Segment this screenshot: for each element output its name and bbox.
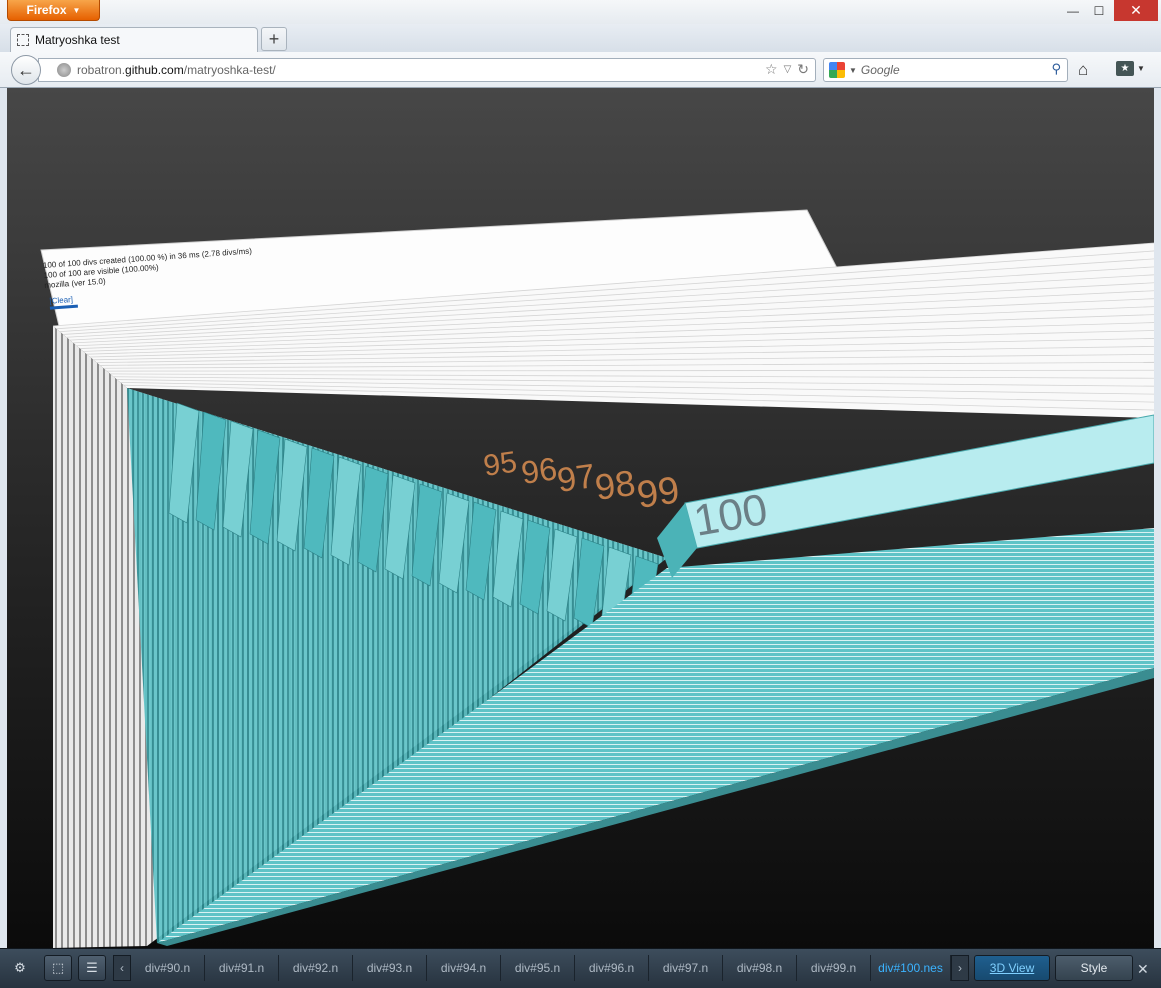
devtools-toolbar: ⚙ ⬚ ☰ ‹ div#90.n div#91.n div#92.n div#9…: [0, 948, 1161, 988]
breadcrumb-item[interactable]: div#97.n: [649, 955, 723, 981]
window-titlebar: Firefox ▼ — ☐ ✕: [0, 0, 1161, 24]
url-bar[interactable]: robatron.github.com/matryoshka-test/ ☆ ▽…: [38, 58, 816, 82]
search-input[interactable]: Google: [861, 63, 900, 77]
clear-link: [Clear]: [49, 295, 73, 306]
maximize-button[interactable]: ☐: [1084, 0, 1114, 21]
page-3d-view[interactable]: 100 95 96 97 98 99 100 of 100 divs creat…: [7, 88, 1154, 948]
back-arrow-icon: ←: [17, 59, 35, 80]
tab-title: Matryoshka test: [35, 33, 120, 47]
firefox-menu-button[interactable]: Firefox ▼: [7, 0, 100, 21]
history-dropdown-icon[interactable]: ▽: [784, 61, 792, 79]
home-icon[interactable]: ⌂: [1078, 60, 1088, 80]
div-95-label: 95: [481, 446, 519, 483]
page-favicon-icon: [17, 34, 29, 46]
tab-3d-view[interactable]: 3D View: [974, 955, 1050, 981]
breadcrumb: ‹ div#90.n div#91.n div#92.n div#93.n di…: [113, 955, 970, 981]
breadcrumb-item[interactable]: div#98.n: [723, 955, 797, 981]
breadcrumb-item-selected[interactable]: div#100.nes: [871, 955, 951, 981]
firefox-menu-label: Firefox: [26, 3, 67, 17]
html-panel-button[interactable]: ☰: [78, 955, 106, 981]
tab-style[interactable]: Style: [1055, 955, 1133, 981]
breadcrumb-scroll-right-icon[interactable]: ›: [951, 955, 969, 981]
plus-icon: +: [268, 28, 280, 49]
div-97-label: 97: [555, 457, 598, 500]
tilt-3d-scene[interactable]: 100 95 96 97 98 99 100 of 100 divs creat…: [7, 88, 1154, 948]
div-98-label: 98: [592, 462, 637, 508]
tab-matryoshka-test[interactable]: Matryoshka test: [10, 27, 258, 52]
navigation-toolbar: robatron.github.com/matryoshka-test/ ☆ ▽…: [0, 52, 1161, 88]
new-tab-button[interactable]: +: [261, 27, 287, 51]
chevron-down-icon: ▼: [72, 5, 81, 15]
reload-icon[interactable]: ↻: [797, 61, 809, 79]
site-identity-globe-icon[interactable]: [57, 63, 71, 77]
breadcrumb-item[interactable]: div#92.n: [279, 955, 353, 981]
search-bar[interactable]: ▼ Google ⚲: [823, 58, 1068, 82]
chevron-down-icon[interactable]: ▼: [1137, 64, 1145, 73]
breadcrumb-item[interactable]: div#94.n: [427, 955, 501, 981]
search-icon[interactable]: ⚲: [1051, 61, 1061, 77]
inspect-cursor-icon: ⬚: [51, 960, 65, 975]
back-button[interactable]: ←: [11, 55, 41, 85]
bookmarks-menu-icon[interactable]: ★: [1116, 61, 1134, 76]
tab-strip: Matryoshka test +: [0, 24, 1161, 52]
breadcrumb-scroll-left-icon[interactable]: ‹: [113, 955, 131, 981]
breadcrumb-item[interactable]: div#99.n: [797, 955, 871, 981]
html-panel-icon: ☰: [86, 960, 98, 975]
breadcrumb-item[interactable]: div#93.n: [353, 955, 427, 981]
breadcrumb-item[interactable]: div#90.n: [131, 955, 205, 981]
inspect-button[interactable]: ⬚: [44, 955, 72, 981]
chevron-down-icon[interactable]: ▼: [849, 66, 857, 75]
close-window-button[interactable]: ✕: [1114, 0, 1158, 21]
close-devtools-icon[interactable]: ✕: [1137, 961, 1149, 978]
bookmark-star-icon[interactable]: ☆: [765, 61, 778, 79]
breadcrumb-item[interactable]: div#96.n: [575, 955, 649, 981]
breadcrumb-item[interactable]: div#91.n: [205, 955, 279, 981]
div-99-label: 99: [634, 469, 682, 516]
breadcrumb-item[interactable]: div#95.n: [501, 955, 575, 981]
google-engine-icon[interactable]: [829, 62, 845, 78]
div-96-label: 96: [519, 450, 559, 491]
url-text[interactable]: robatron.github.com/matryoshka-test/: [77, 63, 276, 77]
settings-gear-icon[interactable]: ⚙: [6, 955, 34, 981]
